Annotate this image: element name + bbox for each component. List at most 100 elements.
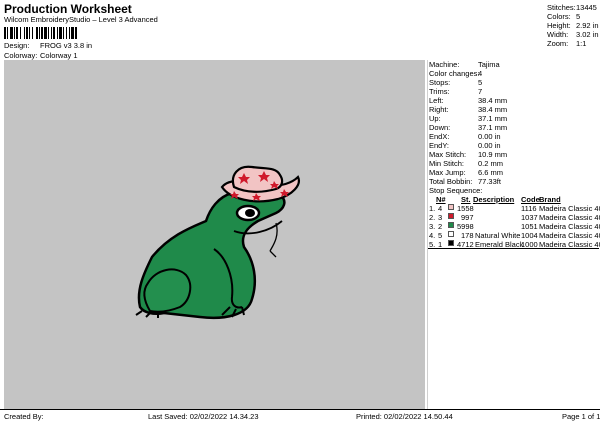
barcode-bar: [57, 27, 58, 39]
stop-number: 4.: [429, 231, 436, 240]
thread-code: 1037: [521, 213, 538, 222]
stitch-count: 178: [461, 231, 474, 240]
max-jump-label: Max Jump:: [429, 168, 466, 177]
endy-label: EndY:: [429, 141, 450, 150]
footer-divider: [0, 409, 600, 410]
barcode-bar: [32, 27, 33, 39]
right-label: Right:: [429, 105, 449, 114]
header-description: Description: [473, 195, 515, 204]
header-n: N#: [436, 195, 446, 204]
color-swatch: [448, 213, 454, 219]
height-value: 2.92 in: [576, 21, 599, 30]
stitch-count: 997: [461, 213, 474, 222]
barcode-bar: [71, 27, 74, 39]
color-swatch: [448, 222, 454, 228]
endx-label: EndX:: [429, 132, 450, 141]
stop-number: 2.: [429, 213, 436, 222]
trims-value: 7: [478, 87, 483, 96]
frog-design-image: [135, 165, 300, 320]
footer-created-by: Created By:: [4, 412, 44, 421]
thread-code: 1004: [521, 231, 538, 240]
right-value: 38.4 mm: [478, 105, 508, 114]
total-bobbin-value: 77.33ft: [478, 177, 501, 186]
machine-value: Tajima: [478, 60, 500, 69]
stitches-value: 13445: [576, 3, 597, 12]
barcode-bar: [16, 27, 18, 39]
stop-number: 3.: [429, 222, 436, 231]
color-swatch: [448, 240, 454, 246]
up-label: Up:: [429, 114, 441, 123]
barcode-bar: [44, 27, 47, 39]
footer-last-saved: Last Saved: 02/02/2022 14.34.23: [148, 412, 259, 421]
thread-description: Natural White: [475, 231, 521, 240]
stop-row: 3. 2 5998 1051 Madeira Classic 40: [428, 222, 600, 231]
design-value: FROG v3 3.8 in: [40, 41, 93, 50]
width-value: 3.02 in: [576, 30, 599, 39]
down-value: 37.1 mm: [478, 123, 508, 132]
barcode-bar: [29, 27, 30, 39]
color-swatch: [448, 204, 454, 210]
footer-printed: Printed: 02/02/2022 14.50.44: [356, 412, 453, 421]
colorway-value: Colorway 1: [40, 51, 78, 60]
max-jump-value: 6.6 mm: [478, 168, 504, 177]
thread-code: 1051: [521, 222, 538, 231]
colors-value: 5: [576, 12, 581, 21]
total-bobbin-label: Total Bobbin:: [429, 177, 473, 186]
software-subtitle: Wilcom EmbroideryStudio – Level 3 Advanc…: [4, 15, 158, 24]
thread-brand: Madeira Classic 40: [539, 222, 600, 231]
needle-number: 5: [438, 231, 443, 240]
thread-brand: Madeira Classic 40: [539, 213, 600, 222]
left-label: Left:: [429, 96, 444, 105]
stop-row: 2. 3 997 1037 Madeira Classic 40: [428, 213, 600, 222]
max-stitch-label: Max Stitch:: [429, 150, 467, 159]
barcode-bar: [69, 27, 70, 39]
worksheet-title: Production Worksheet: [4, 2, 132, 16]
barcode-bar: [75, 27, 77, 39]
trims-label: Trims:: [429, 87, 450, 96]
barcode-bar: [26, 27, 28, 39]
stop-row: 4. 5 178 Natural White 1004 Madeira Clas…: [428, 231, 600, 240]
colorway-label: Colorway:: [4, 51, 38, 60]
barcode-bar: [59, 27, 62, 39]
zoom-value: 1:1: [576, 39, 587, 48]
stitches-label: Stitches:: [547, 3, 576, 12]
barcode: [4, 27, 77, 39]
thread-brand: Madeira Classic 40: [539, 204, 600, 213]
barcode-bar: [24, 27, 25, 39]
up-value: 37.1 mm: [478, 114, 508, 123]
barcode-bar: [7, 27, 8, 39]
barcode-bar: [20, 27, 21, 39]
stops-label: Stops:: [429, 78, 451, 87]
barcode-bar: [10, 27, 13, 39]
min-stitch-value: 0.2 mm: [478, 159, 504, 168]
stop-number: 1.: [429, 204, 436, 213]
height-label: Height:: [547, 21, 571, 30]
endx-value: 0.00 in: [478, 132, 501, 141]
barcode-bar: [66, 27, 67, 39]
barcode-bar: [48, 27, 49, 39]
colors-label: Colors:: [547, 12, 571, 21]
color-changes-label: Color changes:: [429, 69, 480, 78]
barcode-bar: [51, 27, 52, 39]
width-label: Width:: [547, 30, 569, 39]
header-code: Code: [521, 195, 540, 204]
design-canvas: [4, 60, 425, 409]
barcode-bar: [14, 27, 15, 39]
barcode-bar: [41, 27, 43, 39]
thread-code: 1116: [521, 204, 537, 213]
thread-brand: Madeira Classic 40: [539, 231, 600, 240]
stop-row: 1. 4 1558 1116 Madeira Classic 40: [428, 204, 600, 213]
needle-number: 4: [438, 204, 443, 213]
stops-value: 5: [478, 78, 483, 87]
zoom-label: Zoom:: [547, 39, 569, 48]
barcode-bar: [4, 27, 6, 39]
header-st: St.: [461, 195, 471, 204]
endy-value: 0.00 in: [478, 141, 501, 150]
header-brand: Brand: [539, 195, 561, 204]
machine-label: Machine:: [429, 60, 460, 69]
stop-sequence-header: N# St. Description Code Brand: [428, 195, 600, 204]
barcode-bar: [39, 27, 40, 39]
left-value: 38.4 mm: [478, 96, 508, 105]
min-stitch-label: Min Stitch:: [429, 159, 465, 168]
design-label: Design:: [4, 41, 30, 50]
